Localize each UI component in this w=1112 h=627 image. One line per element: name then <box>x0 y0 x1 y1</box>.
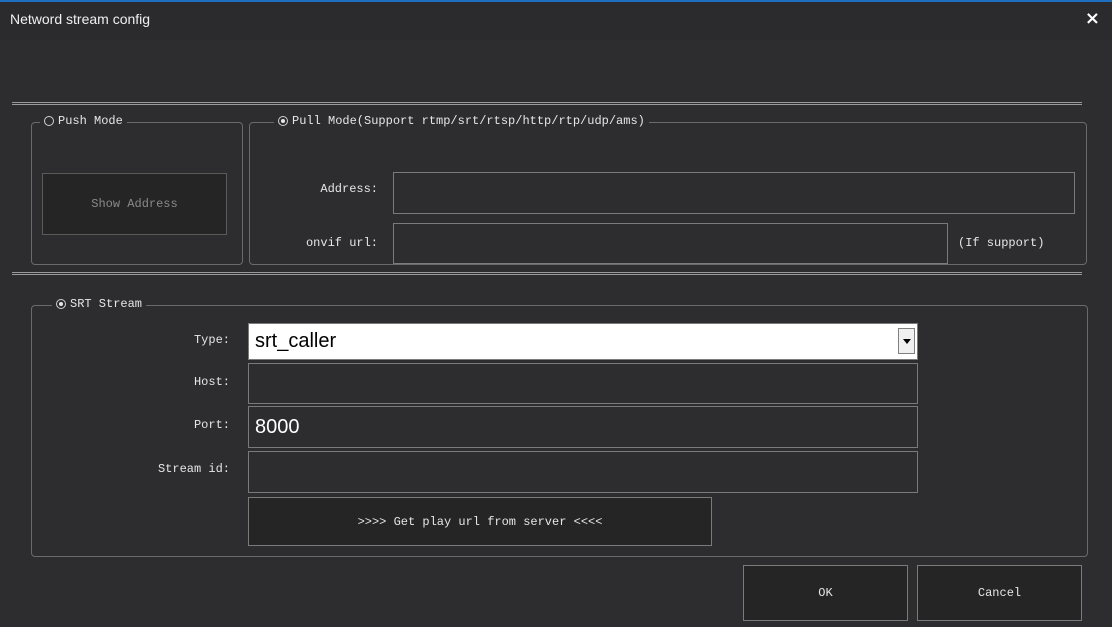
type-select[interactable]: srt_caller <box>248 323 918 360</box>
cancel-button[interactable]: Cancel <box>917 565 1082 621</box>
pull-mode-legend[interactable]: Pull Mode(Support rtmp/srt/rtsp/http/rtp… <box>274 114 649 128</box>
title-bar: Netword stream config × <box>0 0 1112 40</box>
host-label: Host: <box>193 375 230 389</box>
srt-stream-legend[interactable]: SRT Stream <box>52 297 147 311</box>
pull-mode-label: Pull Mode(Support rtmp/srt/rtsp/http/rtp… <box>292 114 645 128</box>
middle-separator <box>12 272 1082 275</box>
push-mode-legend[interactable]: Push Mode <box>40 114 127 128</box>
host-input-text[interactable] <box>255 372 911 395</box>
stream-id-input-text[interactable] <box>255 460 911 484</box>
ok-button[interactable]: OK <box>743 565 908 621</box>
srt-stream-label: SRT Stream <box>70 297 143 311</box>
top-separator <box>12 102 1082 105</box>
host-input[interactable] <box>248 363 918 404</box>
stream-id-input[interactable] <box>248 451 918 493</box>
onvif-url-input-text[interactable] <box>400 232 941 255</box>
srt-stream-radio[interactable] <box>56 299 66 309</box>
onvif-url-label: onvif url: <box>305 236 378 250</box>
port-label: Port: <box>193 418 230 432</box>
port-input-text[interactable]: 8000 <box>255 416 300 439</box>
onvif-hint: (If support) <box>958 236 1045 250</box>
type-label: Type: <box>193 333 230 347</box>
port-input[interactable]: 8000 <box>248 406 918 448</box>
chevron-down-icon[interactable] <box>898 328 915 354</box>
close-icon[interactable]: × <box>1085 8 1100 29</box>
get-play-url-button[interactable]: >>>> Get play url from server <<<< <box>248 497 712 546</box>
push-mode-label: Push Mode <box>58 114 123 128</box>
window-title: Netword stream config <box>10 11 151 27</box>
type-select-value: srt_caller <box>255 330 337 352</box>
show-address-button[interactable]: Show Address <box>42 173 227 235</box>
stream-id-label: Stream id: <box>157 462 230 476</box>
pull-mode-radio[interactable] <box>278 116 288 126</box>
push-mode-group: Push Mode Show Address <box>31 114 243 265</box>
address-input-text[interactable] <box>400 181 1068 205</box>
onvif-url-input[interactable] <box>393 223 948 264</box>
address-label: Address: <box>320 182 378 196</box>
address-input[interactable] <box>393 172 1075 214</box>
push-mode-radio[interactable] <box>44 116 54 126</box>
